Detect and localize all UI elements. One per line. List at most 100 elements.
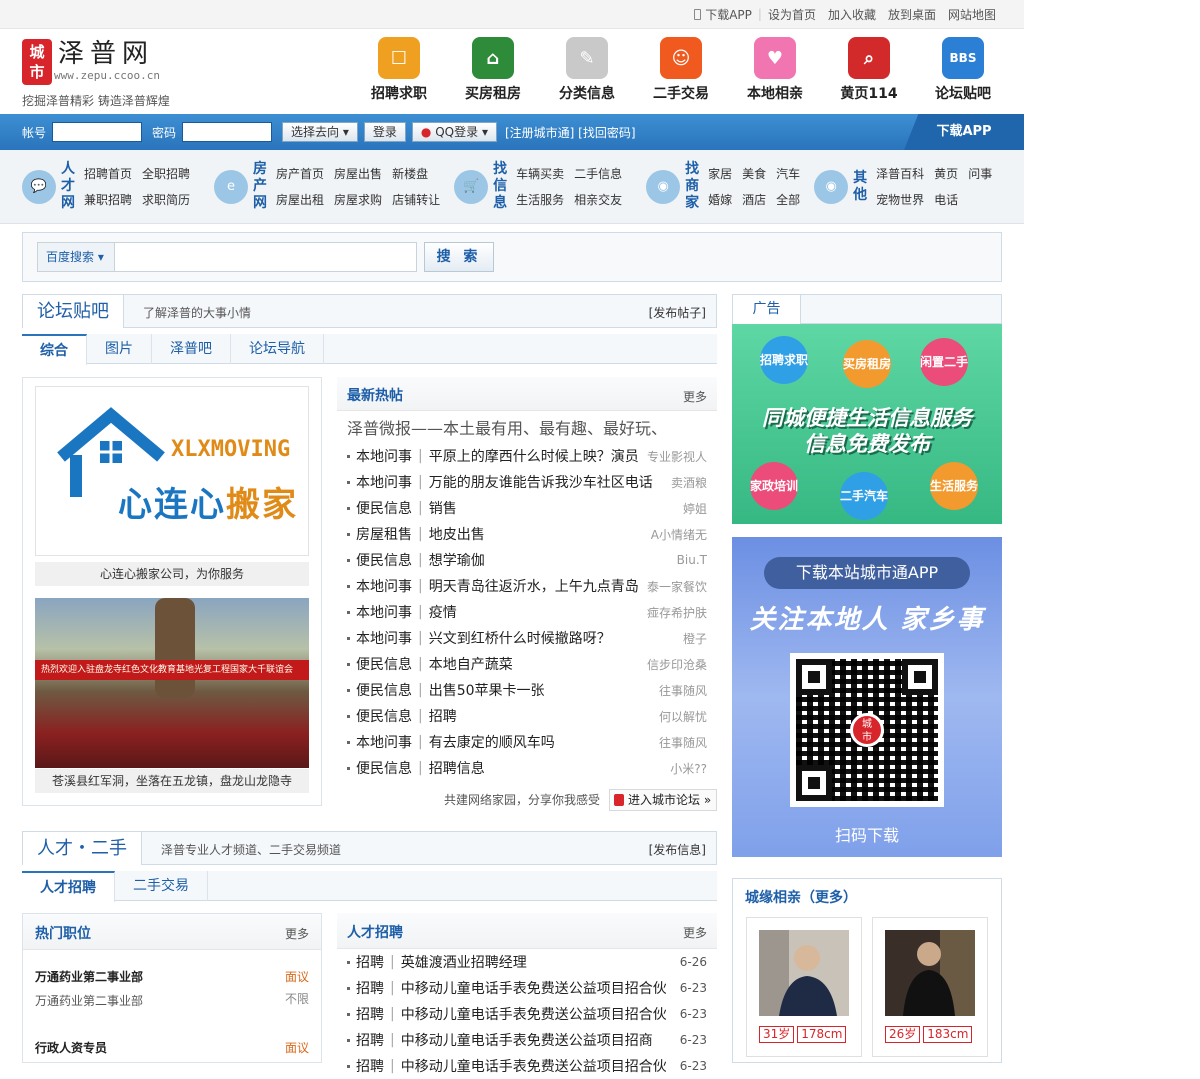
post-author[interactable]: A小情绪无 <box>651 526 707 543</box>
dating-profile[interactable]: 26岁 183cm <box>872 917 988 1057</box>
post-category[interactable]: 便民信息 <box>356 654 412 674</box>
recruit-category[interactable]: 招聘 <box>356 952 384 972</box>
red-army-cave-image[interactable]: 热烈欢迎入驻盘龙寺红色文化教育基地光复工程国家大千联谊会 <box>35 598 309 768</box>
category-title[interactable]: 其他 <box>852 170 868 204</box>
category-title[interactable]: 人才网 <box>60 161 76 212</box>
recruitment-more[interactable]: 更多 <box>683 924 707 941</box>
hot-post-row[interactable]: 本地问事 | 有去康定的顺风车吗 往事随风 <box>347 729 707 755</box>
hot-post-row[interactable]: 便民信息 | 招聘信息 小米?? <box>347 755 707 781</box>
category-link[interactable]: 全部 <box>776 191 800 208</box>
hot-post-row[interactable]: 便民信息 | 招聘 何以解忧 <box>347 703 707 729</box>
tab-pictures[interactable]: 图片 <box>87 334 152 364</box>
recruit-title[interactable]: 中移动儿童电话手表免费送公益项目招合伙 <box>401 978 666 998</box>
download-app-ad[interactable]: 下载本站城市通APP 关注本地人 家乡事 城市 扫码下载 <box>732 537 1002 857</box>
category-title[interactable]: 找信息 <box>492 161 508 212</box>
post-title[interactable]: 销售 <box>429 498 707 518</box>
download-app-button[interactable]: 下载APP <box>904 114 1024 150</box>
post-author[interactable]: 卖酒粮 <box>671 474 707 491</box>
download-app-link[interactable]: 下载APP <box>705 6 752 23</box>
recruit-category[interactable]: 招聘 <box>356 1030 384 1050</box>
post-category[interactable]: 便民信息 <box>356 758 412 778</box>
nav-item[interactable]: ☺ 二手交易 <box>634 37 728 103</box>
enter-forum-button[interactable]: 进入城市论坛 » <box>609 789 717 811</box>
hot-post-row[interactable]: 便民信息 | 想学瑜伽 Biu.T <box>347 547 707 573</box>
hot-post-row[interactable]: 本地问事 | 平原上的摩西什么时候上映？演员 专业影视人 <box>347 443 707 469</box>
hot-post-row[interactable]: 便民信息 | 销售 婷姐 <box>347 495 707 521</box>
post-author[interactable]: 痖存希护肤 <box>647 604 707 621</box>
tab-overview[interactable]: 综合 <box>22 334 87 365</box>
nav-item[interactable]: ☐ 招聘求职 <box>352 37 446 103</box>
post-category[interactable]: 便民信息 <box>356 550 412 570</box>
account-input[interactable] <box>52 122 143 142</box>
category-link[interactable]: 黄页 <box>934 165 958 182</box>
recruit-category[interactable]: 招聘 <box>356 1004 384 1024</box>
category-title[interactable]: 房产网 <box>252 161 268 212</box>
moving-company-image[interactable]: XLXMOVING 心连心搬家 <box>35 386 309 556</box>
set-homepage-link[interactable]: 设为首页 <box>768 6 816 23</box>
post-category[interactable]: 本地问事 <box>356 576 412 596</box>
post-category[interactable]: 本地问事 <box>356 472 412 492</box>
post-title[interactable]: 想学瑜伽 <box>429 550 707 570</box>
post-category[interactable]: 便民信息 <box>356 706 412 726</box>
hot-post-row[interactable]: 本地问事 | 明天青岛往返沂水，上午九点青岛 泰一家餐饮 <box>347 573 707 599</box>
publish-info-link[interactable]: [发布信息] <box>649 841 706 858</box>
tab-zepu-bar[interactable]: 泽普吧 <box>152 334 231 364</box>
hot-post-row[interactable]: 本地问事 | 万能的朋友谁能告诉我沙车社区电话 卖酒粮 <box>347 469 707 495</box>
category-link[interactable]: 求职简历 <box>142 191 190 208</box>
category-link[interactable]: 问事 <box>968 165 992 182</box>
hot-post-row[interactable]: 本地问事 | 兴文到红桥什么时候撤路呀？ 橙子 <box>347 625 707 651</box>
post-author[interactable]: 泰一家餐饮 <box>647 578 707 595</box>
category-link[interactable]: 汽车 <box>776 165 800 182</box>
red-army-caption[interactable]: 苍溪县红军洞，坐落在五龙镇，盘龙山龙隐寺 <box>35 769 309 793</box>
password-input[interactable] <box>182 122 273 142</box>
category-link[interactable]: 房产首页 <box>276 165 324 182</box>
register-links[interactable]: [注册城市通] [找回密码] <box>505 124 636 141</box>
dating-profile[interactable]: 31岁 178cm <box>746 917 862 1057</box>
search-input[interactable] <box>114 242 417 272</box>
job-item[interactable]: 万通药业第二事业部 面议 万通药业第二事业部 不限 <box>35 968 309 1009</box>
recruit-title[interactable]: 中移动儿童电话手表免费送公益项目招合伙 <box>401 1004 666 1024</box>
headline-link[interactable]: 泽普微报——本土最有用、最有趣、最好玩、 <box>347 415 707 439</box>
post-author[interactable]: 信步印沧桑 <box>647 656 707 673</box>
category-link[interactable]: 车辆买卖 <box>516 165 564 182</box>
post-category[interactable]: 本地问事 <box>356 732 412 752</box>
category-link[interactable]: 相亲交友 <box>574 191 622 208</box>
hot-posts-more[interactable]: 更多 <box>683 388 707 405</box>
post-category[interactable]: 房屋租售 <box>356 524 412 544</box>
post-category[interactable]: 本地问事 <box>356 602 412 622</box>
hot-jobs-more[interactable]: 更多 <box>285 925 309 942</box>
category-link[interactable]: 家居 <box>708 165 732 182</box>
recruit-category[interactable]: 招聘 <box>356 1056 384 1076</box>
category-link[interactable]: 兼职招聘 <box>84 191 132 208</box>
post-category[interactable]: 本地问事 <box>356 446 412 466</box>
tab-secondhand[interactable]: 二手交易 <box>115 871 208 901</box>
category-link[interactable]: 房屋出售 <box>334 165 382 182</box>
job-item[interactable]: 行政人资专员 面议 <box>35 1039 309 1056</box>
post-author[interactable]: 专业影视人 <box>647 448 707 465</box>
hot-post-row[interactable]: 便民信息 | 本地自产蔬菜 信步印沧桑 <box>347 651 707 677</box>
search-engine-select[interactable]: 百度搜索 ▾ <box>37 242 115 272</box>
post-author[interactable]: 小米?? <box>670 760 707 777</box>
dating-title[interactable]: 城缘相亲（更多） <box>745 887 857 907</box>
post-title[interactable]: 兴文到红桥什么时候撤路呀？ <box>429 628 707 648</box>
post-author[interactable]: 何以解忧 <box>659 708 707 725</box>
post-category[interactable]: 便民信息 <box>356 498 412 518</box>
publish-post-link[interactable]: [发布帖子] <box>649 304 706 321</box>
hot-post-row[interactable]: 便民信息 | 出售50苹果卡一张 往事随风 <box>347 677 707 703</box>
post-title[interactable]: 招聘信息 <box>429 758 707 778</box>
post-category[interactable]: 本地问事 <box>356 628 412 648</box>
category-link[interactable]: 婚嫁 <box>708 191 732 208</box>
tab-forum-nav[interactable]: 论坛导航 <box>231 334 324 364</box>
post-category[interactable]: 便民信息 <box>356 680 412 700</box>
hot-post-row[interactable]: 房屋租售 | 地皮出售 A小情绪无 <box>347 521 707 547</box>
recruit-title[interactable]: 中移动儿童电话手表免费送公益项目招合伙 <box>401 1056 666 1076</box>
info-service-ad[interactable]: 招聘求职 买房租房 闲置二手 同城便捷生活信息服务 信息免费发布 家政培训 二手… <box>732 324 1002 524</box>
recruit-row[interactable]: 招聘 | 英雄渡酒业招聘经理 6-26 <box>337 949 717 975</box>
category-title[interactable]: 找商家 <box>684 161 700 212</box>
post-author[interactable]: 橙子 <box>683 630 707 647</box>
post-author[interactable]: 往事随风 <box>659 682 707 699</box>
recruit-row[interactable]: 招聘 | 中移动儿童电话手表免费送公益项目招合伙 6-23 <box>337 1053 717 1079</box>
post-author[interactable]: 往事随风 <box>659 734 707 751</box>
nav-item[interactable]: ⌂ 买房租房 <box>446 37 540 103</box>
post-title[interactable]: 万能的朋友谁能告诉我沙车社区电话 <box>429 472 707 492</box>
